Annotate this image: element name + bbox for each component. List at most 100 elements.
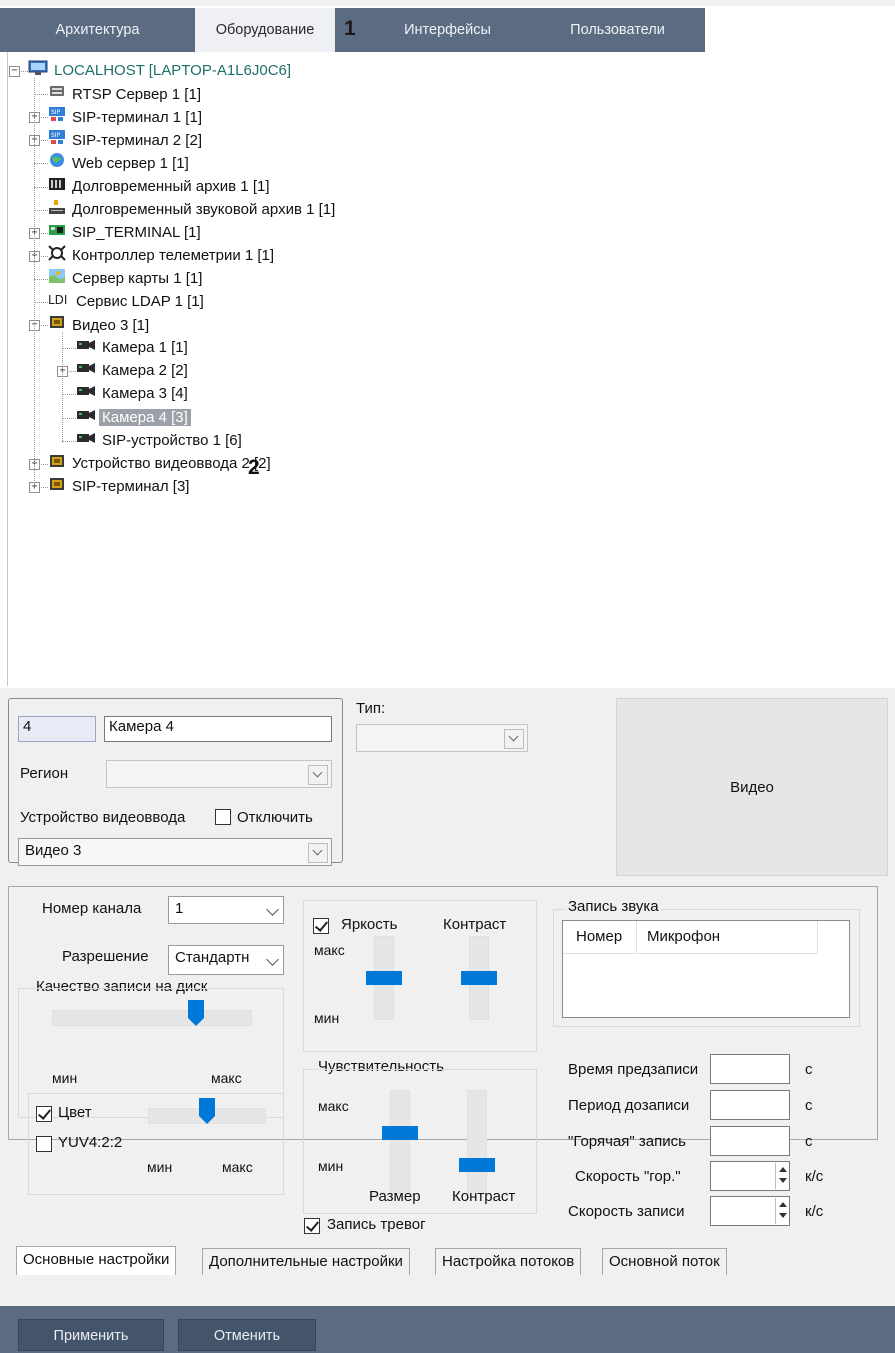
tree-node-label[interactable]: Камера 2 [2] [99,362,191,379]
hot-speed-input[interactable] [710,1161,790,1191]
tree-node-label[interactable]: Сервер карты 1 [1] [69,270,205,287]
postrecord-input[interactable] [710,1090,790,1120]
tree-node[interactable]: Устройство видеоввода 2 [2] [48,453,274,475]
tree-node-label[interactable]: SIP_TERMINAL [1] [69,224,204,241]
audio-col-mic[interactable]: Микрофон [647,928,720,945]
tree-node-label[interactable]: RTSP Сервер 1 [1] [69,86,204,103]
tree-node[interactable]: Сервер карты 1 [1] [48,268,205,290]
tree-node-label[interactable]: Устройство видеоввода 2 [2] [69,455,274,472]
tree-node-label[interactable]: Камера 4 [3] [99,408,191,426]
size-slider-thumb[interactable] [382,1126,418,1140]
tree-node-label[interactable]: LOCALHOST [LAPTOP-A1L6J0C6] [51,62,294,79]
quality-slider-thumb[interactable] [188,1000,205,1026]
camera-icon [76,383,96,405]
tab-stream-settings[interactable]: Настройка потоков [435,1248,582,1275]
tree-node-label[interactable]: Web сервер 1 [1] [69,155,192,172]
tree-node[interactable]: SIP SIP-терминал 1 [1] [48,106,205,128]
tree-node-label[interactable]: SIP-терминал 1 [1] [69,109,205,126]
tree-node-label[interactable]: Видео 3 [1] [69,317,152,334]
tree-node[interactable]: SIP SIP-терминал 2 [2] [48,129,205,151]
quality-min-label: мин [52,1070,78,1086]
tree-node[interactable]: Камера 2 [2] [76,360,191,382]
camera-icon [76,407,96,429]
color-checkbox[interactable] [36,1106,52,1122]
brightness-checkbox[interactable] [313,918,329,934]
camera-id-field[interactable]: 4 [18,716,96,742]
collapse-toggle[interactable]: − [9,66,20,77]
tree-node[interactable]: RTSP Сервер 1 [1] [48,83,204,105]
video-board-icon [48,453,66,476]
tree-node-label[interactable]: Долговременный звуковой архив 1 [1] [69,201,338,218]
postrecord-unit: с [805,1097,813,1114]
tree-node-label[interactable]: Сервис LDAP 1 [1] [73,293,207,310]
camera-name-field[interactable]: Камера 4 [104,716,332,742]
region-label: Регион [20,765,69,782]
hot-record-input[interactable] [710,1126,790,1156]
tree-node[interactable]: LDI Сервис LDAP 1 [1] [48,291,207,313]
tab-interfaces[interactable]: Интерфейсы [365,8,530,52]
hot-speed-spinner[interactable] [775,1163,789,1189]
color-slider-thumb[interactable] [199,1098,215,1124]
tree-node-label[interactable]: SIP-терминал 2 [2] [69,132,205,149]
brightness-label: Яркость [341,916,398,933]
tab-advanced-settings[interactable]: Дополнительные настройки [202,1248,410,1275]
brightness-slider-thumb[interactable] [366,971,402,985]
quality-slider-track[interactable] [52,1010,252,1026]
size-label: Размер [369,1188,421,1205]
sens-contrast-slider-track[interactable] [467,1090,487,1194]
sens-contrast-label: Контраст [452,1188,516,1205]
svg-text:LDI: LDI [48,293,67,307]
tree-connector [34,278,48,280]
tree-node-label[interactable]: Камера 3 [4] [99,385,191,402]
tab-users[interactable]: Пользователи [530,8,705,52]
tree-node[interactable]: Камера 1 [1] [76,337,191,359]
tree-node[interactable]: SIP-терминал [3] [48,476,192,498]
tree-node[interactable]: Камера 3 [4] [76,383,191,405]
tab-architecture[interactable]: Архитектура [0,8,195,52]
tree-connector [34,94,48,96]
tab-main-stream[interactable]: Основной поток [602,1248,727,1275]
tree-node-label[interactable]: SIP-терминал [3] [69,478,192,495]
audio-col-number[interactable]: Номер [576,928,622,945]
rec-speed-spinner[interactable] [775,1198,789,1224]
alarm-record-checkbox[interactable] [304,1218,320,1234]
prerecord-input[interactable] [710,1054,790,1084]
sens-contrast-slider-thumb[interactable] [459,1157,495,1172]
tree-node[interactable]: Долговременный архив 1 [1] [48,176,273,198]
tree-node[interactable]: SIP-устройство 1 [6] [76,430,245,452]
rec-speed-unit: к/с [805,1203,824,1220]
archive-icon [48,176,66,199]
tree-node-label[interactable]: Камера 1 [1] [99,339,191,356]
yuv-checkbox[interactable] [36,1136,52,1152]
apply-button[interactable]: Применить [18,1319,164,1351]
tree-node[interactable]: SIP_TERMINAL [1] [48,222,204,244]
contrast-slider-thumb[interactable] [461,971,497,985]
region-select[interactable] [106,760,332,788]
device-select[interactable]: Видео 3 [18,838,332,866]
sens-min-label: мин [318,1158,344,1174]
tab-basic-settings[interactable]: Основные настройки [16,1246,177,1275]
tab-equipment[interactable]: Оборудование [195,8,335,52]
resolution-select[interactable]: Стандартн [168,945,284,975]
type-select[interactable] [356,724,528,752]
tree-node[interactable]: Долговременный звуковой архив 1 [1] [48,199,338,221]
disable-checkbox[interactable] [215,809,231,825]
video-button[interactable]: Видео [616,698,888,876]
tree-node[interactable]: Камера 4 [3] [76,407,191,429]
tree-node-label[interactable]: SIP-устройство 1 [6] [99,432,245,449]
tree-node-label[interactable]: Долговременный архив 1 [1] [69,178,273,195]
size-slider-track[interactable] [390,1090,410,1194]
tree-node[interactable]: LOCALHOST [LAPTOP-A1L6J0C6] [28,60,294,82]
rec-speed-input[interactable] [710,1196,790,1226]
audio-table[interactable]: Номер Микрофон [562,920,850,1018]
cancel-button[interactable]: Отменить [178,1319,316,1351]
tree-node-label[interactable]: Контроллер телеметрии 1 [1] [69,247,277,264]
tree-node[interactable]: Контроллер телеметрии 1 [1] [48,245,277,267]
tree-node[interactable]: Web сервер 1 [1] [48,152,192,174]
hot-record-label: "Горячая" запись [568,1133,686,1150]
svg-text:SIP: SIP [51,132,61,139]
ldap-icon: LDI [48,291,70,314]
quality-max-label: макс [211,1070,242,1086]
tree-node[interactable]: Видео 3 [1] [48,314,152,336]
channel-select[interactable]: 1 [168,896,284,924]
